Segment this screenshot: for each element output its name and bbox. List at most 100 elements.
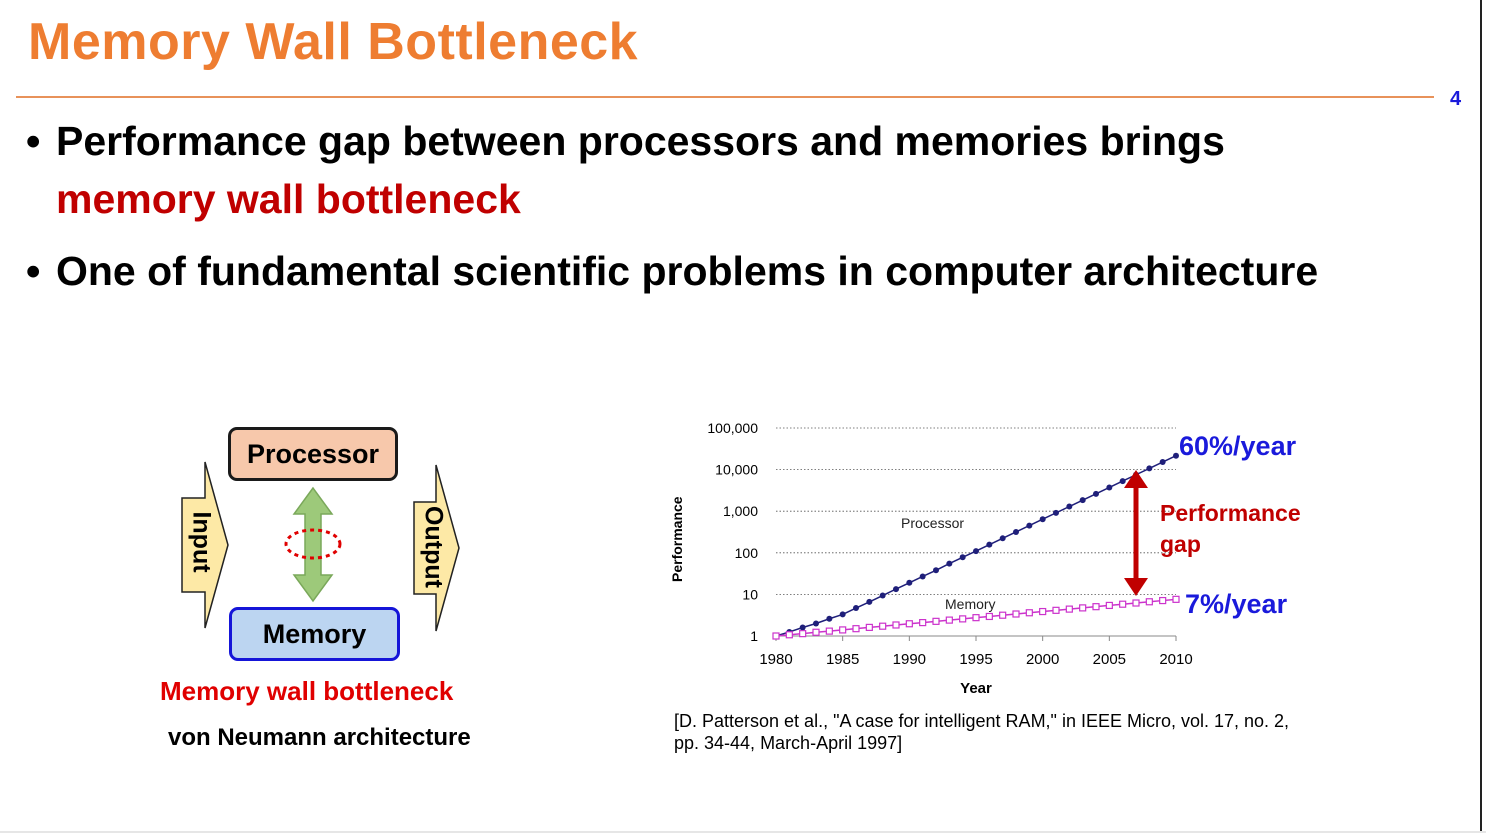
processor-point <box>1066 503 1073 510</box>
memory-point <box>1079 604 1087 612</box>
memory-point <box>1105 601 1113 610</box>
memory-label: Memory <box>262 618 367 649</box>
memory-point <box>1159 596 1167 605</box>
x-tick-label: 1995 <box>959 651 992 668</box>
memory-point <box>852 625 860 633</box>
memory-point <box>839 626 847 634</box>
citation-line-2: pp. 34-44, March-April 1997] <box>674 733 903 753</box>
performance-gap-label: Performance <box>1160 500 1301 526</box>
memory-point <box>1172 595 1180 603</box>
x-tick-label: 1990 <box>893 651 926 668</box>
processor-point <box>906 579 913 586</box>
page-number: 4 <box>1450 88 1462 110</box>
slide-title: Memory Wall Bottleneck <box>28 13 639 71</box>
diagram-caption-bottleneck: Memory wall bottleneck <box>160 676 454 706</box>
bullet-1-highlight: memory wall bottleneck <box>56 176 521 222</box>
processor-point <box>999 535 1006 542</box>
memory-point <box>825 627 833 635</box>
memory-point <box>1092 603 1100 611</box>
processor-point <box>946 560 953 567</box>
x-tick-label: 1985 <box>826 651 859 668</box>
processor-point <box>1093 490 1099 497</box>
processor-point <box>1079 497 1086 504</box>
memory-point <box>905 620 913 628</box>
window-right-border <box>1480 0 1482 833</box>
memory-point <box>1145 598 1153 606</box>
memory-point <box>1012 610 1020 618</box>
memory-growth-rate: 7%/year <box>1185 589 1288 619</box>
processor-point <box>1159 459 1166 466</box>
bullet-2-text: One of fundamental scientific problems i… <box>56 248 1319 294</box>
processor-point <box>973 548 979 555</box>
y-tick-label: 100,000 <box>707 420 758 436</box>
memory-point <box>879 622 887 630</box>
diagram-caption-architecture: von Neumann architecture <box>168 724 471 751</box>
x-tick-label: 2010 <box>1159 651 1192 668</box>
y-tick-label: 100 <box>735 545 759 561</box>
performance-gap-label-2: gap <box>1160 531 1201 557</box>
memory-point <box>1025 609 1033 617</box>
processor-growth-rate: 60%/year <box>1179 431 1297 461</box>
input-label: Input <box>187 511 216 573</box>
citation: [D. Patterson et al., "A case for intell… <box>674 710 1289 754</box>
von-neumann-diagram: Processor Memory Input Output <box>170 420 490 670</box>
title-underline <box>16 96 1434 98</box>
processor-point <box>1119 478 1126 485</box>
processor-point <box>839 611 846 618</box>
processor-point <box>1053 509 1059 516</box>
processor-point <box>799 624 806 631</box>
memory-point <box>1065 605 1073 613</box>
memory-point <box>1132 599 1140 607</box>
memory-point <box>772 632 780 640</box>
processor-point <box>1026 522 1033 529</box>
performance-chart: 1 10 100 1,000 10,000 100,000 1980 1985 1990 1995… <box>669 420 1193 697</box>
processor-point <box>866 598 873 605</box>
processor-point <box>813 620 819 627</box>
processor-point <box>1106 484 1113 491</box>
y-tick-label: 1,000 <box>723 503 758 519</box>
chart-axes: 1 10 100 1,000 10,000 100,000 1980 1985 1990 1995… <box>707 420 1192 668</box>
processor-point <box>933 567 939 574</box>
processor-point <box>919 573 926 580</box>
memory-point <box>892 621 900 629</box>
x-axis-label: Year <box>960 680 992 697</box>
processor-box: Processor <box>228 427 398 481</box>
processor-point <box>893 586 899 593</box>
processor-point <box>879 592 886 599</box>
memory-point <box>865 623 873 631</box>
x-tick-label: 1980 <box>759 651 792 668</box>
x-tick-label: 2000 <box>1026 651 1059 668</box>
memory-box: Memory <box>229 607 400 661</box>
bullet-dot: • <box>26 248 41 294</box>
processor-point <box>959 554 966 561</box>
processor-point <box>986 541 993 548</box>
y-tick-label: 10,000 <box>715 462 758 478</box>
processor-point <box>1146 465 1153 472</box>
performance-gap-arrow <box>1124 470 1148 596</box>
memory-point <box>799 630 807 638</box>
citation-line-1: [D. Patterson et al., "A case for intell… <box>674 711 1290 731</box>
memory-point <box>785 631 793 639</box>
processor-point <box>1013 528 1019 535</box>
y-tick-label: 1 <box>750 628 758 644</box>
x-tick-label: 2005 <box>1093 651 1126 668</box>
bidirectional-arrow <box>292 486 334 603</box>
memory-point <box>1039 607 1047 616</box>
processor-point <box>853 605 859 612</box>
y-tick-label: 10 <box>742 586 758 602</box>
memory-point <box>919 618 927 627</box>
processor-label: Processor <box>246 438 380 469</box>
processor-series-label: Processor <box>901 515 964 531</box>
memory-point <box>999 611 1007 619</box>
memory-point <box>812 628 820 636</box>
memory-series-label: Memory <box>945 596 996 612</box>
memory-point <box>945 616 953 624</box>
memory-point <box>985 612 993 621</box>
bullet-1-text: Performance gap between processors and m… <box>56 118 1225 164</box>
chart-grid <box>776 427 1176 595</box>
bullet-dot: • <box>26 118 41 164</box>
y-axis-label: Performance <box>669 496 685 582</box>
processor-point <box>826 615 833 622</box>
output-label: Output <box>419 506 448 588</box>
memory-point <box>972 614 980 622</box>
